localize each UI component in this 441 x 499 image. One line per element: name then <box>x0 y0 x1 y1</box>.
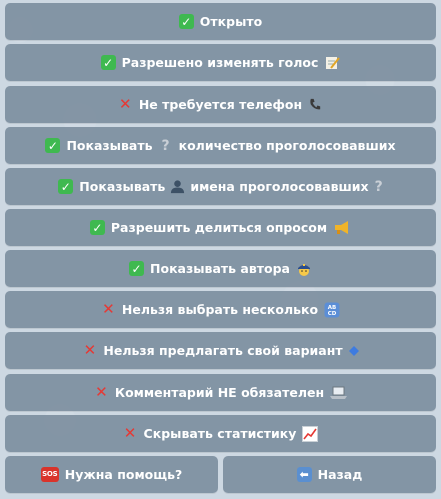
multiple-choice-button[interactable]: ✕ Нельзя выбрать несколько AB CD <box>5 291 436 328</box>
help-button[interactable]: SOS Нужна помощь? <box>5 456 218 493</box>
row-own-option: ✕ Нельзя предлагать свой вариант <box>5 332 436 369</box>
check-icon: ✓ <box>178 14 194 29</box>
show-names-button[interactable]: ✓ Показывать имена проголосовавших ? <box>5 168 436 205</box>
row-stats: ✕ Скрывать статистику <box>5 415 436 452</box>
row-open: ✓ Открыто <box>5 3 436 40</box>
inline-keyboard: ✓ Открыто ✓ Разрешено изменять голос ✕ Н… <box>0 0 441 499</box>
check-icon: ✓ <box>129 261 145 276</box>
button-label: Комментарий НЕ обязателен <box>114 385 325 400</box>
check-icon: ✓ <box>58 179 74 194</box>
check-icon: ✓ <box>45 138 61 153</box>
abcd-icon: AB CD <box>324 302 340 318</box>
share-button[interactable]: ✓ Разрешить делиться опросом <box>5 209 436 246</box>
police-officer-icon <box>296 261 312 277</box>
open-button[interactable]: ✓ Открыто <box>5 3 436 40</box>
telephone-icon <box>308 97 323 112</box>
button-label: Не требуется телефон <box>138 97 303 112</box>
button-label: Разрешено изменять голос <box>121 55 319 70</box>
show-author-button[interactable]: ✓ Показывать автора <box>5 250 436 287</box>
sos-icon: SOS <box>40 467 59 482</box>
button-label-2: количество проголосовавших <box>178 138 396 153</box>
button-label: Показывать <box>79 179 166 194</box>
help-label: Нужна помощь? <box>64 467 183 482</box>
button-label: Разрешить делиться опросом <box>110 220 328 235</box>
megaphone-icon <box>333 220 351 235</box>
button-label: Нельзя выбрать несколько <box>121 302 319 317</box>
cross-icon: ✕ <box>102 300 115 318</box>
diamond-icon <box>348 345 359 356</box>
cross-icon: ✕ <box>123 424 137 442</box>
bust-icon <box>170 179 185 194</box>
button-label: Нельзя предлагать свой вариант <box>103 343 343 358</box>
row-vote-change: ✓ Разрешено изменять голос <box>5 44 436 81</box>
phone-button[interactable]: ✕ Не требуется телефон <box>5 86 436 123</box>
row-multiple: ✕ Нельзя выбрать несколько AB CD <box>5 291 436 328</box>
hide-stats-button[interactable]: ✕ Скрывать статистику <box>5 415 436 452</box>
laptop-icon <box>330 386 348 400</box>
memo-icon <box>324 55 341 71</box>
back-arrow-icon: ⬅ <box>296 467 312 482</box>
row-author: ✓ Показывать автора <box>5 250 436 287</box>
row-bottom: SOS Нужна помощь? ⬅ Назад <box>5 456 436 493</box>
button-label: Открыто <box>199 14 263 29</box>
cross-icon: ✕ <box>83 341 97 359</box>
row-show-names: ✓ Показывать имена проголосовавших ? <box>5 168 436 205</box>
cross-icon: ✕ <box>95 383 108 401</box>
own-option-button[interactable]: ✕ Нельзя предлагать свой вариант <box>5 332 436 369</box>
button-label-2: имена проголосовавших <box>190 179 369 194</box>
vote-change-button[interactable]: ✓ Разрешено изменять голос <box>5 44 436 81</box>
button-label: Показывать <box>66 138 153 153</box>
chart-increasing-icon <box>302 425 319 442</box>
comment-button[interactable]: ✕ Комментарий НЕ обязателен <box>5 374 436 411</box>
question-icon: ? <box>374 178 383 195</box>
row-show-count: ✓ Показывать ? количество проголосовавши… <box>5 127 436 164</box>
check-icon: ✓ <box>89 220 105 235</box>
button-label: Скрывать статистику <box>143 426 297 441</box>
cross-icon: ✕ <box>119 95 132 113</box>
check-icon: ✓ <box>100 55 116 70</box>
row-share: ✓ Разрешить делиться опросом <box>5 209 436 246</box>
back-button[interactable]: ⬅ Назад <box>223 456 436 493</box>
row-phone: ✕ Не требуется телефон <box>5 86 436 123</box>
show-count-button[interactable]: ✓ Показывать ? количество проголосовавши… <box>5 127 436 164</box>
svg-text:CD: CD <box>328 311 337 317</box>
back-label: Назад <box>317 467 363 482</box>
button-label: Показывать автора <box>150 261 290 276</box>
row-comment: ✕ Комментарий НЕ обязателен <box>5 374 436 411</box>
question-icon: ? <box>161 137 170 154</box>
